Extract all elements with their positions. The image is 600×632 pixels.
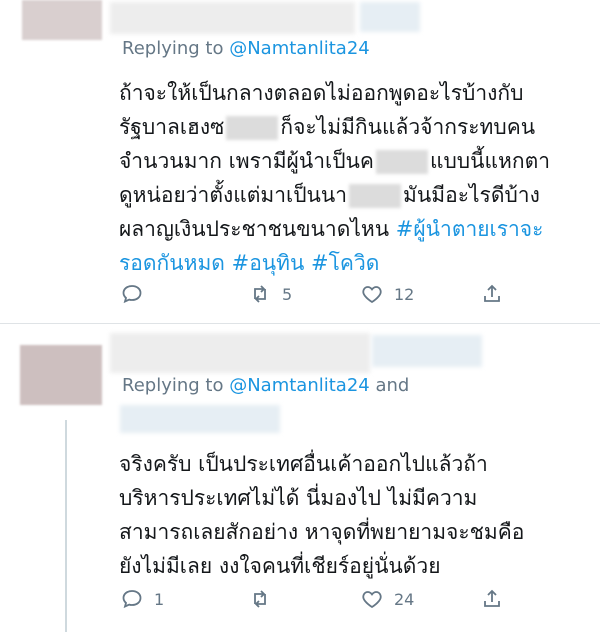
redacted-text [375, 150, 428, 174]
like-icon [362, 591, 382, 609]
hashtag-link[interactable]: #ผู้นำตายเราจะ [396, 217, 544, 241]
additional-recipients[interactable] [120, 405, 280, 433]
tweet-card[interactable]: Replying to @Namtanlita24 ถ้าจะให้เป็นกล… [0, 0, 600, 324]
mention-link[interactable]: @Namtanlita24 [229, 38, 370, 59]
thread-connector [65, 420, 67, 632]
author-handle[interactable] [372, 335, 482, 367]
reply-button[interactable] [120, 282, 154, 306]
text-line: รอดกันหมด #อนุทิน #โควิด [119, 246, 550, 280]
replying-to-suffix: and [369, 375, 410, 396]
mention-link[interactable]: @Namtanlita24 [229, 375, 370, 396]
replying-to-label: Replying to [122, 375, 224, 396]
like-button[interactable]: 24 [360, 587, 414, 611]
avatar[interactable] [20, 345, 102, 405]
text-line: บริหารประเทศไม่ได้ นี่มองไป ไม่มีความ [119, 486, 478, 510]
retweet-icon [254, 285, 266, 303]
share-button[interactable] [480, 282, 504, 306]
like-button[interactable]: 12 [360, 282, 414, 306]
reply-count: 1 [154, 589, 165, 609]
share-icon [484, 589, 500, 607]
tweet-divider [0, 323, 600, 324]
share-icon [484, 284, 500, 302]
share-button[interactable] [480, 587, 504, 611]
replying-to-label: Replying to [122, 38, 224, 59]
replying-to: Replying to @Namtanlita24 and [122, 375, 409, 396]
tweet-text: จริงครับ เป็นประเทศอื่นเค้าออกไปแล้วถ้า … [119, 447, 524, 583]
author-name[interactable] [110, 2, 355, 34]
reply-icon [122, 285, 142, 304]
redacted-text [226, 116, 279, 140]
text-line: ยังไม่มีเลย งงใจคนที่เชียร์อยู่นั่นด้วย [119, 554, 441, 578]
text-line: สามารถเลยสักอย่าง หาจุดที่พยายามจะชมคือ [119, 520, 525, 544]
text-line: ดูหน่อยว่าตั้งแต่มาเป็นนา มันมีอะไรดีบ้าง [119, 183, 540, 208]
like-icon [362, 286, 382, 304]
tweet-card[interactable]: Replying to @Namtanlita24 and จริงครับ เ… [0, 325, 600, 632]
text-line: จำนวนมาก เพรามีผู้นำเป็นค แบบนี้แหกตา [119, 149, 551, 174]
like-count: 12 [394, 284, 415, 304]
retweet-count: 5 [282, 284, 293, 304]
retweet-icon [254, 590, 266, 608]
text-line: ถ้าจะให้เป็นกลางตลอดไม่ออกพูดอะไรบ้างกับ [119, 81, 524, 105]
author-handle[interactable] [360, 2, 420, 32]
tweet-actions: 5 12 [120, 282, 520, 312]
author-name[interactable] [110, 333, 370, 373]
text-line: รัฐบาลเฮงซ ก็จะไม่มีกินแล้วจ้ากระทบคน [119, 115, 536, 140]
tweet-actions: 1 24 [120, 587, 520, 617]
like-count: 24 [394, 589, 415, 609]
replying-to: Replying to @Namtanlita24 [122, 38, 370, 59]
avatar[interactable] [22, 0, 102, 40]
retweet-button[interactable]: 5 [248, 282, 292, 306]
reply-icon [122, 590, 142, 609]
retweet-button[interactable] [248, 587, 282, 611]
reply-button[interactable]: 1 [120, 587, 164, 611]
hashtag-link[interactable]: รอดกันหมด #อนุทิน #โควิด [119, 251, 379, 275]
redacted-text [349, 184, 402, 208]
text-line: ผลาญเงินประชาชนขนาดไหน #ผู้นำตายเราจะ [119, 217, 544, 241]
tweet-text: ถ้าจะให้เป็นกลางตลอดไม่ออกพูดอะไรบ้างกับ… [119, 76, 550, 280]
text-line: จริงครับ เป็นประเทศอื่นเค้าออกไปแล้วถ้า [119, 452, 488, 476]
